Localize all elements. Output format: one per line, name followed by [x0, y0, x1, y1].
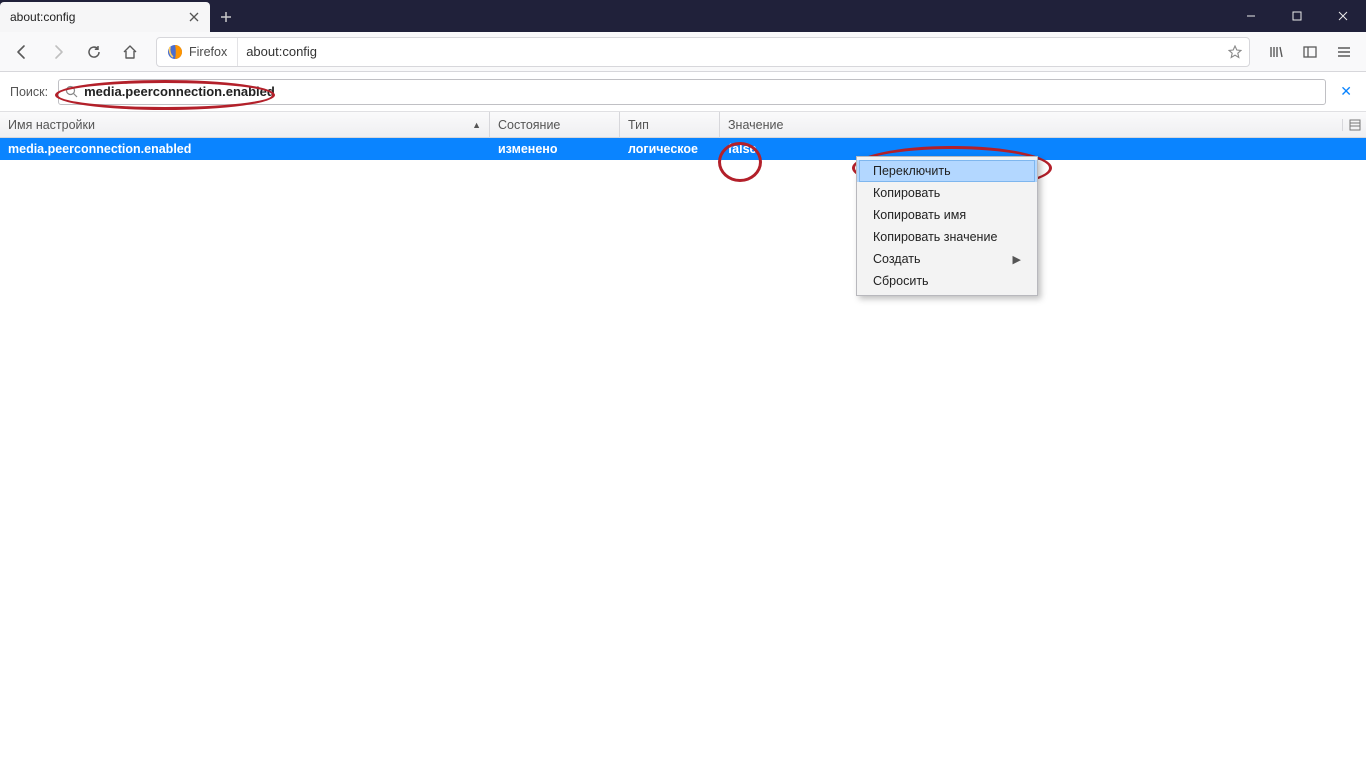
- column-header-state[interactable]: Состояние: [490, 112, 620, 137]
- config-search-input[interactable]: [84, 84, 1319, 99]
- config-search-label: Поиск:: [10, 85, 48, 99]
- url-input[interactable]: [238, 44, 1221, 59]
- urlbar[interactable]: Firefox: [156, 37, 1250, 67]
- toolbar-end-buttons: [1260, 36, 1360, 68]
- column-header-name[interactable]: Имя настройки ▲: [0, 112, 490, 137]
- forward-button: [42, 36, 74, 68]
- context-menu-item-copy-name[interactable]: Копировать имя: [857, 204, 1037, 226]
- app-menu-button[interactable]: [1328, 36, 1360, 68]
- config-row-selected[interactable]: media.peerconnection.enabled изменено ло…: [0, 138, 1366, 160]
- window-titlebar: about:config: [0, 0, 1366, 32]
- chevron-right-icon: ▶: [1013, 253, 1021, 266]
- context-menu-item-toggle[interactable]: Переключить: [857, 160, 1037, 182]
- context-menu-item-copy-value[interactable]: Копировать значение: [857, 226, 1037, 248]
- row-name: media.peerconnection.enabled: [0, 138, 490, 160]
- back-button[interactable]: [6, 36, 38, 68]
- bookmark-star-icon[interactable]: [1221, 45, 1249, 59]
- context-menu-item-reset[interactable]: Сбросить: [857, 270, 1037, 292]
- search-icon: [65, 85, 78, 98]
- config-column-headers: Имя настройки ▲ Состояние Тип Значение: [0, 112, 1366, 138]
- column-header-name-label: Имя настройки: [8, 118, 95, 132]
- tab-title: about:config: [10, 10, 186, 24]
- column-header-value-label: Значение: [728, 118, 783, 132]
- config-search-box[interactable]: [58, 79, 1326, 105]
- config-search-bar: Поиск: ✕: [0, 72, 1366, 112]
- close-tab-icon[interactable]: [186, 9, 202, 25]
- column-header-type-label: Тип: [628, 118, 649, 132]
- reload-button[interactable]: [78, 36, 110, 68]
- context-menu-item-copy[interactable]: Копировать: [857, 182, 1037, 204]
- sort-indicator-icon: ▲: [472, 120, 481, 130]
- context-menu: Переключить Копировать Копировать имя Ко…: [856, 156, 1038, 296]
- sidebars-button[interactable]: [1294, 36, 1326, 68]
- config-search-clear[interactable]: ✕: [1336, 83, 1356, 100]
- row-state: изменено: [490, 138, 620, 160]
- window-close-button[interactable]: [1320, 0, 1366, 32]
- column-header-value[interactable]: Значение: [720, 112, 1342, 137]
- identity-label: Firefox: [189, 45, 227, 59]
- home-button[interactable]: [114, 36, 146, 68]
- column-header-type[interactable]: Тип: [620, 112, 720, 137]
- tabstrip: about:config: [0, 0, 1228, 32]
- window-maximize-button[interactable]: [1274, 0, 1320, 32]
- tab-active[interactable]: about:config: [0, 2, 210, 32]
- new-tab-button[interactable]: [210, 2, 242, 32]
- context-menu-item-create[interactable]: Создать▶: [857, 248, 1037, 270]
- column-header-state-label: Состояние: [498, 118, 560, 132]
- library-button[interactable]: [1260, 36, 1292, 68]
- nav-toolbar: Firefox: [0, 32, 1366, 72]
- window-minimize-button[interactable]: [1228, 0, 1274, 32]
- window-controls: [1228, 0, 1366, 32]
- row-value: false: [720, 138, 1366, 160]
- row-type: логическое: [620, 138, 720, 160]
- firefox-logo-icon: [167, 44, 183, 60]
- column-picker-button[interactable]: [1342, 119, 1366, 131]
- urlbar-identity-box[interactable]: Firefox: [157, 38, 238, 66]
